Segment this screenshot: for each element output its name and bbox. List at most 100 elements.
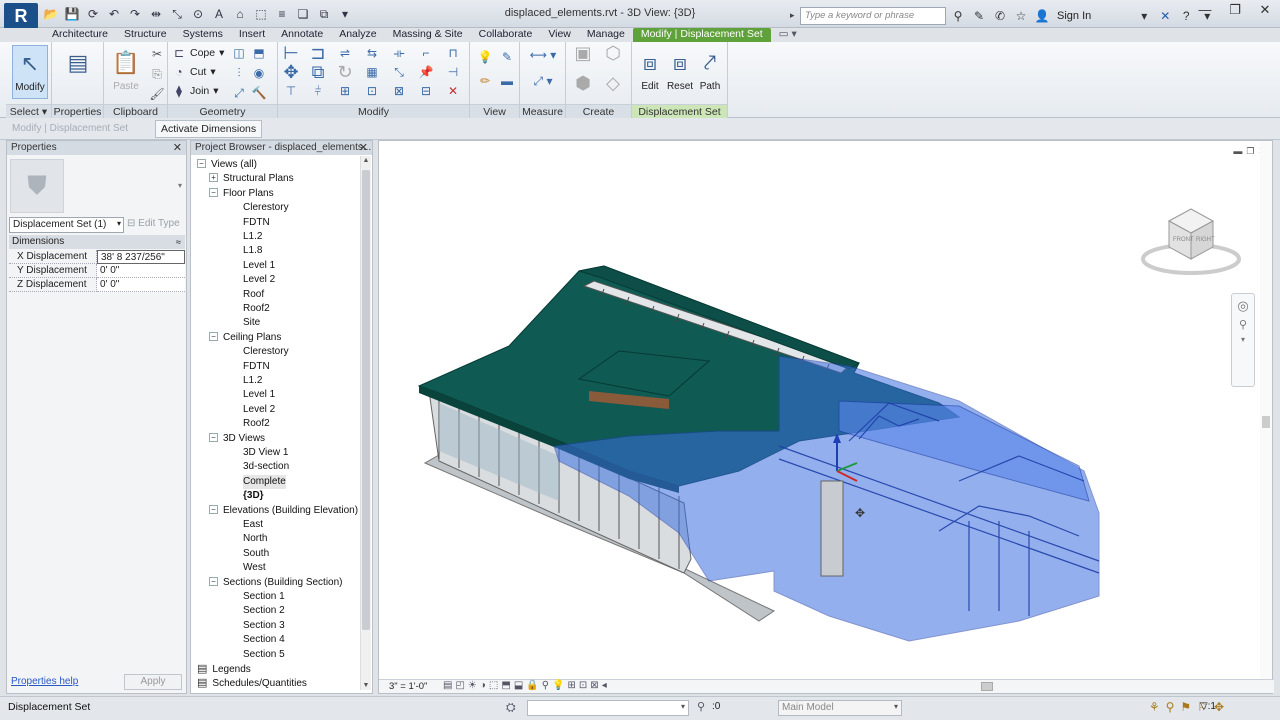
close-hidden-icon[interactable]: ❏ [294, 5, 312, 23]
analytical-model-icon[interactable]: ⊡ [579, 680, 587, 691]
search-expand-icon[interactable]: ▸ [790, 10, 795, 21]
scroll-thumb[interactable] [981, 682, 993, 691]
lock-3d-icon[interactable]: 🔒 [526, 680, 538, 691]
demolish-icon[interactable]: ◉ [250, 64, 268, 82]
viewport-horizontal-scrollbar[interactable] [664, 682, 1252, 691]
x-displacement-input[interactable]: 38' 8 237/256" [97, 250, 185, 264]
tree-node[interactable]: Level 1 [243, 259, 275, 273]
tree-node[interactable]: Clerestory [243, 201, 289, 215]
select-dropdown[interactable]: Select ▾ [6, 104, 51, 118]
shadows-icon[interactable]: ◑ [480, 680, 486, 691]
tab-architecture[interactable]: Architecture [44, 28, 116, 42]
undo-icon[interactable]: ↶ [105, 5, 123, 23]
switch-windows-icon[interactable]: ⧉ [315, 5, 333, 23]
type-dropdown-icon[interactable]: ▾ [178, 181, 182, 190]
tree-node[interactable]: Section 5 [243, 648, 285, 662]
modify-button[interactable]: ↖ Modify [12, 45, 48, 99]
viewcube-front[interactable]: FRONT [1173, 237, 1194, 243]
close-button[interactable]: ✕ [1250, 0, 1280, 22]
select-links-icon[interactable]: ⚘ [1149, 700, 1160, 714]
tab-structure[interactable]: Structure [116, 28, 175, 42]
tree-node[interactable]: Section 4 [243, 633, 285, 647]
tab-annotate[interactable]: Annotate [273, 28, 331, 42]
open-icon[interactable]: 📂 [42, 5, 60, 23]
edit-type-button[interactable]: ⊟ Edit Type [127, 218, 180, 229]
filter-icon[interactable]: ▽:1 [1200, 701, 1216, 712]
sign-in-link[interactable]: Sign In [1057, 10, 1091, 22]
tree-node[interactable]: West [243, 561, 266, 575]
tree-node[interactable]: − Floor Plans [209, 187, 274, 201]
create-similar-icon[interactable]: ◇ [600, 74, 626, 100]
unpin-icon[interactable]: ⊤ [282, 82, 300, 100]
measure-between-icon[interactable]: ⟷ ▾ [526, 46, 560, 64]
tab-collaborate[interactable]: Collaborate [471, 28, 541, 42]
edit-displacement-button[interactable]: ⧈ Edit [634, 45, 666, 99]
tree-node[interactable]: FDTN [243, 216, 270, 230]
path-button[interactable]: ⤤ Path [694, 45, 726, 99]
show-crop-icon[interactable]: ⬓ [514, 680, 523, 691]
delete-icon[interactable]: ✕ [444, 82, 462, 100]
application-menu-button[interactable]: R [4, 3, 38, 29]
y-displacement-input[interactable]: 0' 0" [97, 264, 185, 278]
thin-lines-icon[interactable]: ≡ [273, 5, 291, 23]
close-icon[interactable]: ✕ [359, 141, 368, 155]
tree-node[interactable]: − Elevations (Building Elevation) [209, 504, 358, 518]
tree-node[interactable]: L1.8 [243, 244, 262, 258]
binoculars-icon[interactable]: ⚲ [950, 8, 966, 24]
copy-element-icon[interactable]: ⧉ [309, 63, 327, 81]
tab-insert[interactable]: Insert [231, 28, 273, 42]
paste-button[interactable]: 📋 Paste [108, 45, 144, 99]
activate-dimensions-button[interactable]: Activate Dimensions [155, 120, 263, 138]
hammer-icon[interactable]: 🔨 [250, 84, 268, 102]
zoom-icon[interactable]: ⚲ [1232, 318, 1254, 331]
cope-button[interactable]: ⊏ Cope ▾ [172, 44, 224, 62]
split-icon[interactable]: ⟛ [390, 44, 408, 62]
viewcube-right[interactable]: RIGHT [1196, 237, 1215, 243]
lightbulb-icon[interactable]: 💡 [476, 48, 494, 66]
tab-view[interactable]: View [540, 28, 579, 42]
text-icon[interactable]: A [210, 5, 228, 23]
3d-view-icon[interactable]: ⌂ [231, 5, 249, 23]
minimize-button[interactable]: — [1190, 0, 1220, 22]
tree-node[interactable]: L1.2 [243, 374, 262, 388]
save-icon[interactable]: 💾 [63, 5, 81, 23]
tab-massing-site[interactable]: Massing & Site [385, 28, 471, 42]
tree-node[interactable]: − Ceiling Plans [209, 331, 281, 345]
tree-node[interactable]: Section 3 [243, 619, 285, 633]
section-icon[interactable]: ⬚ [252, 5, 270, 23]
design-option-selector[interactable]: Main Model ▾ [778, 700, 902, 716]
tree-node[interactable]: 3D View 1 [243, 446, 288, 460]
lock-icon[interactable]: ⊟ [417, 82, 435, 100]
steering-wheel-icon[interactable]: ◎ [1232, 298, 1254, 314]
tree-node[interactable]: North [243, 532, 267, 546]
create-parts-icon[interactable]: ⬡ [600, 44, 626, 70]
dimension-icon[interactable]: ⤡ [168, 5, 186, 23]
detail-level-icon[interactable]: ▤ [443, 680, 452, 691]
sun-path-icon[interactable]: ☀ [468, 680, 477, 691]
tree-node[interactable]: Level 1 [243, 388, 275, 402]
viewcube[interactable]: FRONT RIGHT [1139, 201, 1249, 284]
navbar-dropdown-icon[interactable]: ▾ [1232, 335, 1254, 344]
copy-icon[interactable]: ⎘ [148, 65, 166, 83]
select-underlay-icon[interactable]: ⚲ [1166, 700, 1175, 714]
tree-node[interactable]: East [243, 518, 263, 532]
tree-node[interactable]: Roof2 [243, 302, 270, 316]
tree-node[interactable]: Section 2 [243, 604, 285, 618]
tab-manage[interactable]: Manage [579, 28, 633, 42]
dimensions-group[interactable]: Dimensions ≈ [9, 235, 185, 249]
browser-scrollbar[interactable]: ▲ ▼ [360, 156, 371, 690]
collapse-icon[interactable]: − [209, 504, 218, 514]
tree-node[interactable]: ▤ Schedules/Quantities [197, 676, 307, 690]
cut-button[interactable]: ◔ Cut ▾ [172, 63, 215, 81]
tree-node[interactable]: Section 1 [243, 590, 285, 604]
scale-icon[interactable]: ⤡ [390, 63, 408, 81]
worksharing-icon[interactable]: ⊞ [568, 680, 576, 691]
scale-box-icon[interactable]: ⊡ [363, 82, 381, 100]
scroll-thumb[interactable] [1262, 416, 1270, 428]
search-input[interactable]: Type a keyword or phrase [800, 7, 946, 25]
properties-help-link[interactable]: Properties help [11, 676, 78, 687]
favorites-star-icon[interactable]: ☆ [1013, 8, 1029, 24]
split-gap-icon[interactable]: ⫩ [309, 82, 327, 100]
qat-dropdown-icon[interactable]: ▾ [336, 5, 354, 23]
collapse-icon[interactable]: − [209, 331, 218, 341]
